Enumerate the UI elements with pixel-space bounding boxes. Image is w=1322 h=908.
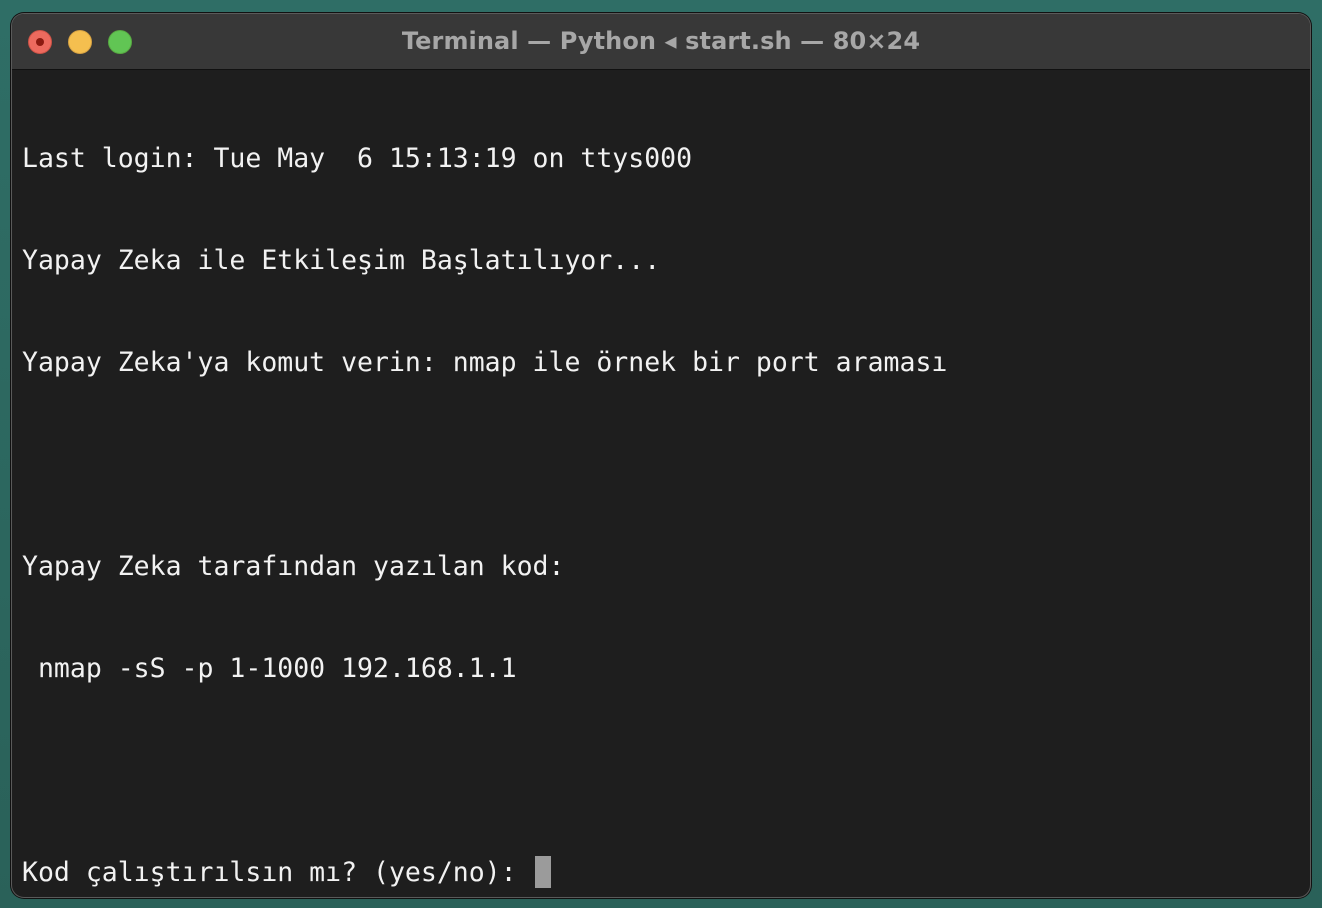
terminal-line-last-login: Last login: Tue May 6 15:13:19 on ttys00… bbox=[22, 143, 693, 174]
terminal-output[interactable]: Last login: Tue May 6 15:13:19 on ttys00… bbox=[22, 74, 1298, 888]
terminal-window[interactable]: Terminal — Python ◂ start.sh — 80×24 Las… bbox=[12, 14, 1310, 897]
title-bar[interactable]: Terminal — Python ◂ start.sh — 80×24 bbox=[12, 14, 1310, 70]
terminal-line-code-header: Yapay Zeka tarafından yazılan kod: bbox=[22, 551, 565, 582]
terminal-line-command-prompt: Yapay Zeka'ya komut verin: nmap ile örne… bbox=[22, 347, 948, 378]
terminal-line-generated-code: nmap -sS -p 1-1000 192.168.1.1 bbox=[22, 653, 517, 684]
terminal-line-starting: Yapay Zeka ile Etkileşim Başlatılıyor... bbox=[22, 245, 661, 276]
terminal-line-confirm[interactable]: Kod çalıştırılsın mı? (yes/no): bbox=[22, 856, 1298, 890]
window-title: Terminal — Python ◂ start.sh — 80×24 bbox=[401, 27, 921, 55]
confirm-prompt: Kod çalıştırılsın mı? (yes/no): bbox=[22, 857, 533, 888]
text-cursor[interactable] bbox=[534, 856, 551, 888]
